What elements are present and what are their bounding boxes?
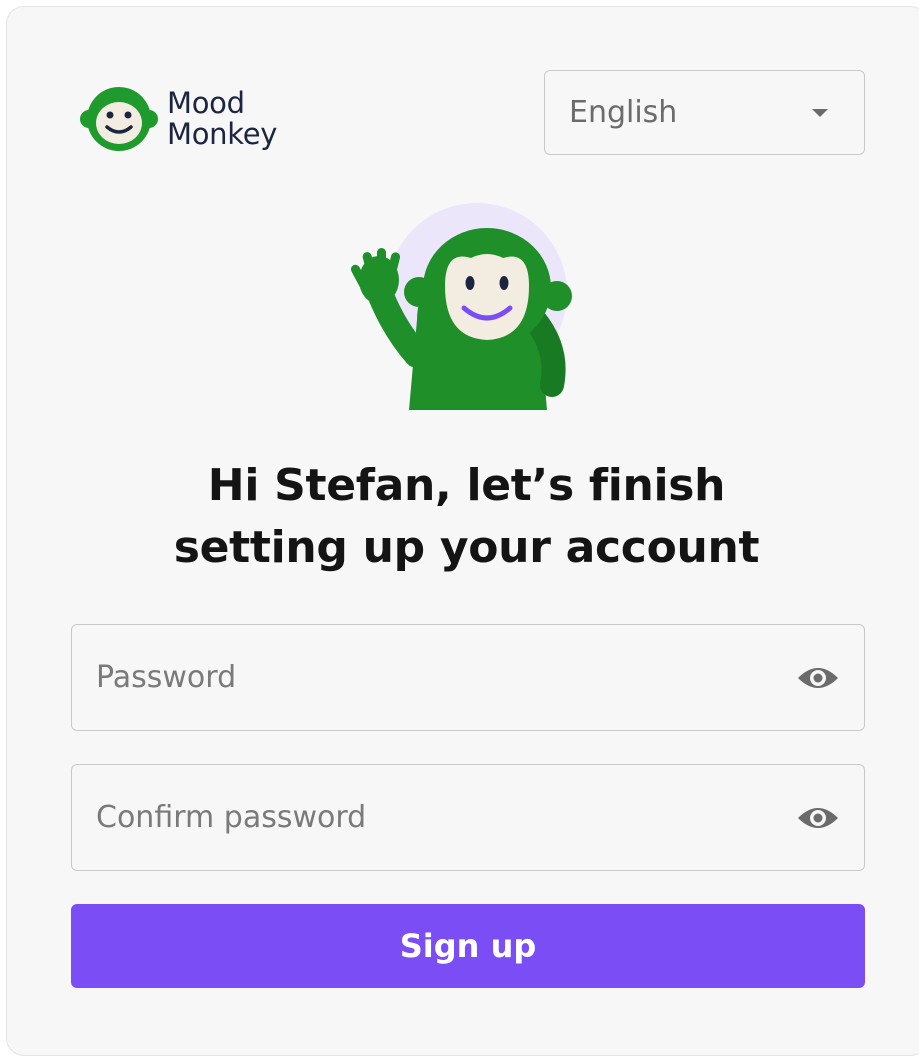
caret-down-icon xyxy=(812,108,828,117)
confirm-password-field xyxy=(71,764,865,871)
monkey-logo-icon xyxy=(80,87,158,151)
password-input[interactable] xyxy=(96,660,796,695)
signup-card: Mood Monkey English Hi Stefan, let’s fin… xyxy=(6,6,919,1056)
confirm-password-input[interactable] xyxy=(96,800,796,835)
eye-icon[interactable] xyxy=(796,804,840,832)
brand-logo: Mood Monkey xyxy=(77,77,277,161)
brand-name-line1: Mood xyxy=(167,86,245,120)
brand-name: Mood Monkey xyxy=(167,88,277,150)
sign-up-button[interactable]: Sign up xyxy=(71,904,865,988)
password-field xyxy=(71,624,865,731)
language-select[interactable]: English xyxy=(544,70,865,155)
page-title-line2: setting up your account xyxy=(173,522,760,573)
waving-monkey-mascot-icon xyxy=(350,203,572,410)
page-title: Hi Stefan, let’s finish setting up your … xyxy=(7,455,919,579)
eye-icon[interactable] xyxy=(796,664,840,692)
brand-name-line2: Monkey xyxy=(167,117,278,151)
language-select-value: English xyxy=(569,95,678,130)
page-title-line1: Hi Stefan, let’s finish xyxy=(207,460,726,511)
